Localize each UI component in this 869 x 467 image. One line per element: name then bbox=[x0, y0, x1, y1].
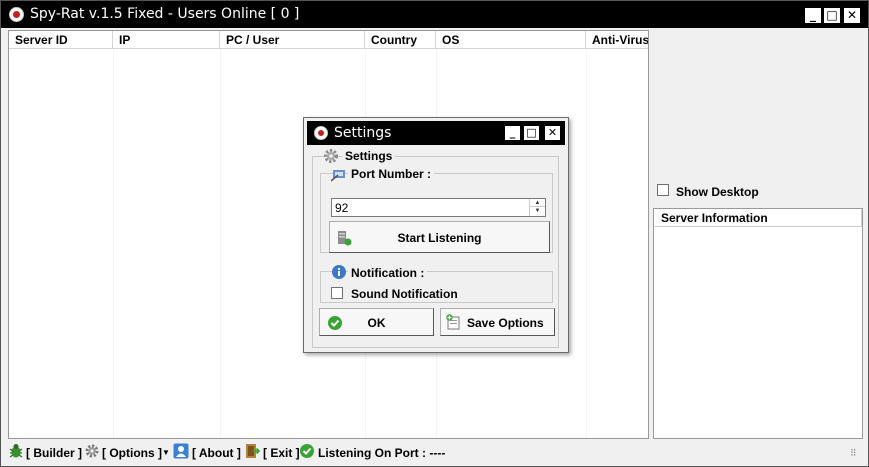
save-options-button[interactable]: Save Options bbox=[440, 308, 555, 336]
listening-status: Listening On Port : ---- bbox=[318, 446, 446, 460]
sound-notification-label: Sound Notification bbox=[351, 287, 458, 301]
notification-group-title: Notification : bbox=[348, 266, 428, 280]
status-bar: [ Builder ] [ Options ] ▼ [ About ] [ Ex… bbox=[1, 440, 868, 466]
port-number-input[interactable]: 92 ▲ ▼ bbox=[331, 198, 546, 217]
options-menu-item[interactable]: [ Options ] bbox=[102, 445, 162, 461]
sound-notification-checkbox[interactable] bbox=[331, 287, 343, 299]
window-title: Spy-Rat v.1.5 Fixed - Users Online [ 0 ] bbox=[30, 6, 300, 22]
user-info-icon bbox=[173, 443, 189, 459]
save-options-label: Save Options bbox=[467, 316, 544, 330]
bug-icon bbox=[9, 444, 23, 458]
port-number-group-title: Port Number : bbox=[348, 167, 435, 181]
network-port-icon bbox=[331, 170, 345, 182]
dialog-logo-icon bbox=[314, 126, 328, 140]
ok-button[interactable]: OK bbox=[319, 308, 434, 336]
builder-menu-item[interactable]: [ Builder ] bbox=[26, 445, 82, 461]
settings-dialog: Settings _ □ ✕ Settings Port Number : 92… bbox=[303, 117, 569, 353]
start-listening-label: Start Listening bbox=[397, 231, 482, 245]
settings-gear-icon bbox=[324, 149, 338, 163]
column-header-ip[interactable]: IP bbox=[113, 31, 220, 49]
start-listening-button[interactable]: Start Listening bbox=[329, 221, 550, 253]
column-divider bbox=[113, 49, 114, 438]
ok-label: OK bbox=[367, 316, 386, 330]
column-divider bbox=[220, 49, 221, 438]
port-number-value: 92 bbox=[335, 201, 349, 215]
show-desktop-label: Show Desktop bbox=[676, 185, 759, 199]
resize-grip-icon[interactable]: ⠿ bbox=[850, 448, 857, 459]
column-header-os[interactable]: OS bbox=[436, 31, 586, 49]
server-information-header: Server Information bbox=[654, 209, 862, 227]
spin-down-icon[interactable]: ▼ bbox=[530, 207, 545, 215]
show-desktop-checkbox[interactable] bbox=[657, 184, 669, 196]
main-window: Spy-Rat v.1.5 Fixed - Users Online [ 0 ]… bbox=[0, 0, 869, 467]
column-header-anti-virus[interactable]: Anti-Virus bbox=[586, 31, 648, 49]
column-divider bbox=[586, 49, 587, 438]
desktop-preview bbox=[651, 30, 865, 178]
check-circle-icon bbox=[300, 444, 314, 458]
minimize-button[interactable]: _ bbox=[804, 7, 822, 24]
spin-up-icon[interactable]: ▲ bbox=[530, 199, 545, 207]
column-header-country[interactable]: Country bbox=[365, 31, 436, 49]
server-information-panel[interactable]: Server Information bbox=[653, 208, 863, 439]
gear-icon bbox=[85, 444, 99, 458]
title-bar[interactable]: Spy-Rat v.1.5 Fixed - Users Online [ 0 ]… bbox=[1, 1, 868, 28]
dialog-minimize-button[interactable]: _ bbox=[504, 125, 521, 141]
users-list-header: Server ID IP PC / User Country OS Anti-V… bbox=[9, 31, 648, 49]
options-dropdown-arrow-icon[interactable]: ▼ bbox=[162, 445, 170, 461]
settings-dialog-title: Settings bbox=[334, 125, 392, 141]
column-header-server-id[interactable]: Server ID bbox=[9, 31, 113, 49]
column-header-pc-user[interactable]: PC / User bbox=[220, 31, 365, 49]
dialog-maximize-button[interactable]: □ bbox=[523, 125, 540, 141]
save-document-icon bbox=[446, 314, 460, 330]
settings-dialog-title-bar[interactable]: Settings _ □ ✕ bbox=[307, 121, 565, 145]
info-icon bbox=[332, 265, 346, 279]
exit-menu-item[interactable]: [ Exit ] bbox=[263, 445, 300, 461]
port-number-spinner[interactable]: ▲ ▼ bbox=[529, 199, 545, 216]
exit-door-icon bbox=[246, 444, 260, 458]
settings-group-title: Settings bbox=[342, 149, 396, 163]
about-menu-item[interactable]: [ About ] bbox=[192, 445, 241, 461]
maximize-button[interactable]: □ bbox=[823, 7, 841, 24]
close-button[interactable]: ✕ bbox=[843, 7, 861, 24]
app-logo-icon bbox=[9, 7, 24, 22]
dialog-close-button[interactable]: ✕ bbox=[544, 125, 561, 141]
